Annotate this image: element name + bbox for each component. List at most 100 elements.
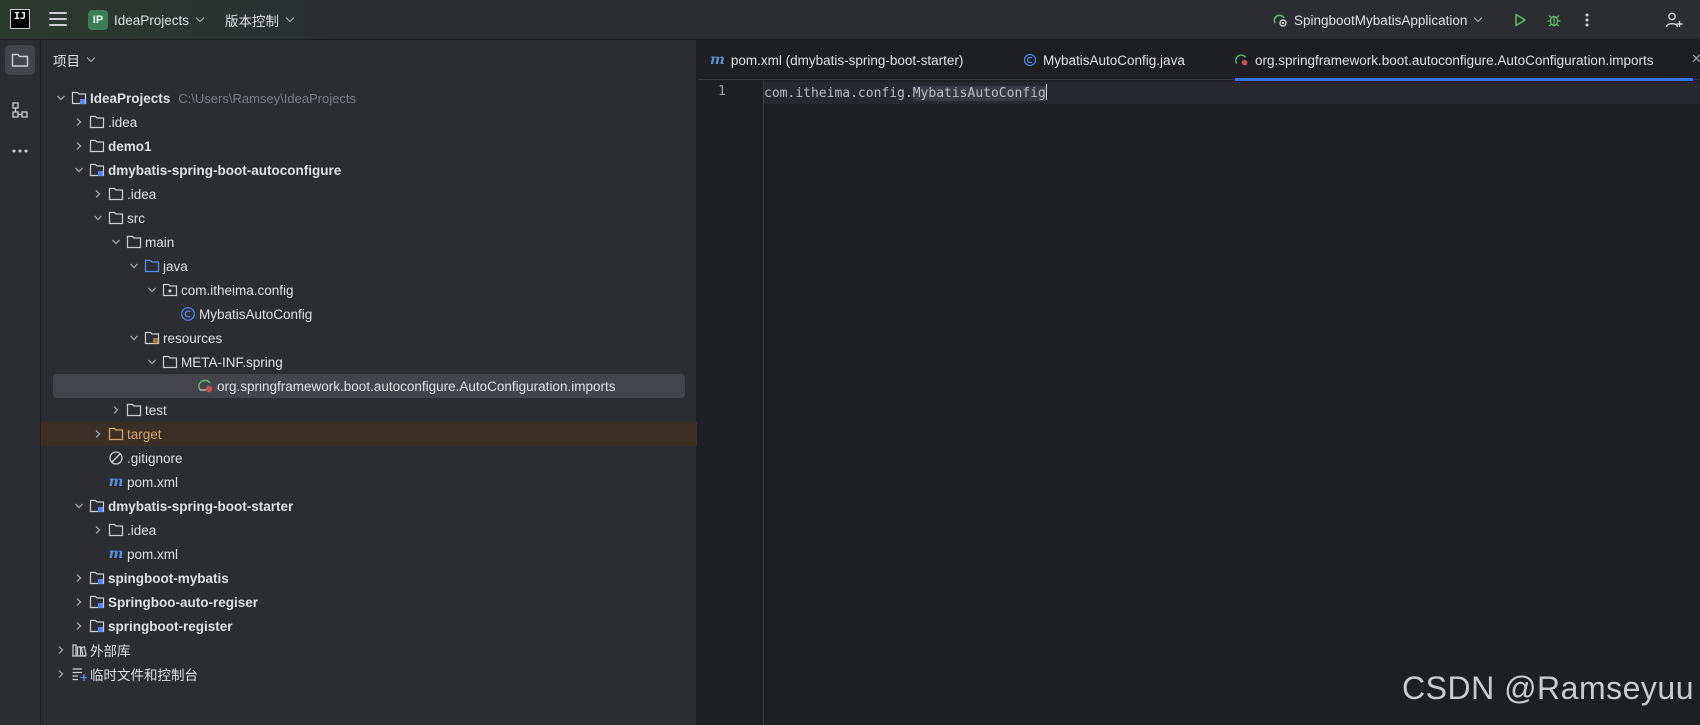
folder-icon [89,114,105,130]
tree-item-pom[interactable]: m pom.xml [41,470,697,494]
chevron-down-icon[interactable] [126,330,142,346]
tree-item-label: 外部库 [90,644,131,659]
project-view-selector[interactable]: 项目 [53,50,96,70]
tree-item-autoconfiguration-imports[interactable]: org.springframework.boot.autoconfigure.A… [41,374,697,398]
tree-item-external-libraries[interactable]: 外部库 [41,638,697,662]
tree-item-label: Springboo-auto-regiser [108,594,259,610]
folder-icon [126,402,142,418]
more-actions-button[interactable] [1575,8,1599,32]
more-horizontal-icon [12,149,28,153]
tree-item-gitignore[interactable]: .gitignore [41,446,697,470]
tree-item-scratches[interactable]: 临时文件和控制台 [41,662,697,686]
chevron-down-icon[interactable] [90,210,106,226]
tree-item-label: 临时文件和控制台 [90,668,198,683]
tree-item-target[interactable]: target [41,422,697,446]
tree-item-autoconfigure-module[interactable]: dmybatis-spring-boot-autoconfigure [41,158,697,182]
folder-icon [108,186,124,202]
chevron-right-icon[interactable] [71,570,87,586]
tree-item-idea[interactable]: .idea [41,518,697,542]
tab-autoconfiguration-imports[interactable]: org.springframework.boot.autoconfigure.A… [1235,40,1694,81]
module-folder-icon [89,570,105,586]
chevron-down-icon[interactable] [71,162,87,178]
tree-item-label: pom.xml [127,546,179,562]
tree-item-idea[interactable]: .idea [41,110,697,134]
tree-item-idea[interactable]: .idea [41,182,697,206]
chevron-right-icon[interactable] [108,402,124,418]
chevron-right-icon[interactable] [90,522,106,538]
chevron-down-icon[interactable] [144,282,160,298]
tree-item-package[interactable]: com.itheima.config [41,278,697,302]
tree-item-label: com.itheima.config [181,282,294,298]
title-bar: IJ IP IdeaProjects 版本控制 SpingbootMybatis… [0,0,1700,40]
module-folder-icon [89,618,105,634]
more-tools-button[interactable] [5,136,35,166]
chevron-down-icon[interactable] [126,258,142,274]
code-package: com.itheima.config. [764,86,913,101]
tab-label: pom.xml (dmybatis-spring-boot-starter) [730,52,964,68]
project-badge: IP [88,10,108,30]
chevron-right-icon[interactable] [71,594,87,610]
tree-item-test[interactable]: test [41,398,697,422]
debug-button[interactable] [1542,8,1566,32]
chevron-right-icon[interactable] [90,426,106,442]
chevron-right-icon[interactable] [53,666,69,682]
chevron-down-icon[interactable] [108,234,124,250]
folder-icon [89,138,105,154]
chevron-down-icon[interactable] [53,90,69,106]
project-switcher[interactable]: IP IdeaProjects [88,8,205,32]
tree-item-label: .gitignore [127,450,183,466]
chevron-right-icon[interactable] [71,618,87,634]
close-tab-icon[interactable]: ✕ [1691,52,1700,66]
more-vertical-icon [1585,13,1589,27]
panel-title: 项目 [53,54,80,69]
tree-item-java[interactable]: java [41,254,697,278]
tree-item-label: .idea [127,522,157,538]
folder-icon [162,354,178,370]
run-button[interactable] [1508,8,1532,32]
module-folder-icon [71,90,87,106]
chevron-down-icon[interactable] [144,354,160,370]
tree-item-spingboot-mybatis[interactable]: spingboot-mybatis [41,566,697,590]
tree-item-ideaprojects[interactable]: IdeaProjects C:\Users\Ramsey\IdeaProject… [41,86,697,110]
folder-icon [11,53,29,67]
tab-label: org.springframework.boot.autoconfigure.A… [1255,52,1654,68]
chevron-right-icon[interactable] [71,138,87,154]
tree-item-src[interactable]: src [41,206,697,230]
class-icon [1023,53,1037,67]
main-menu-button[interactable] [49,12,67,26]
maven-icon: m [710,52,725,68]
tree-item-label: main [145,234,175,250]
excluded-folder-icon [108,426,124,442]
scratches-icon [71,666,87,682]
structure-tool-button[interactable] [5,95,35,125]
run-configuration-selector[interactable]: SpingbootMybatisApplication [1272,8,1483,32]
tree-item-main[interactable]: main [41,230,697,254]
structure-icon [12,102,28,118]
chevron-right-icon[interactable] [71,114,87,130]
spring-boot-file-icon [1235,53,1249,67]
tree-item-springboot-register[interactable]: springboot-register [41,614,697,638]
chevron-down-icon[interactable] [71,498,87,514]
tree-item-springboo-auto-regiser[interactable]: Springboo-auto-regiser [41,590,697,614]
run-config-label: SpingbootMybatisApplication [1294,12,1468,28]
intellij-logo-icon[interactable]: IJ [10,9,30,29]
code-line[interactable]: com.itheima.config.MybatisAutoConfig [764,84,1048,101]
tree-item-mybatis-autoconfig-class[interactable]: MybatisAutoConfig [41,302,697,326]
tree-item-demo1[interactable]: demo1 [41,134,697,158]
project-tool-button[interactable] [5,45,35,75]
tree-item-meta-inf-spring[interactable]: META-INF.spring [41,350,697,374]
chevron-right-icon[interactable] [53,642,69,658]
add-user-button[interactable] [1662,8,1686,32]
bug-icon [1547,15,1561,27]
tree-item-pom[interactable]: m pom.xml [41,542,697,566]
tab-mybatis-autoconfig[interactable]: MybatisAutoConfig.java [1023,40,1185,80]
vcs-menu[interactable]: 版本控制 [225,8,295,32]
tree-item-resources[interactable]: resources [41,326,697,350]
chevron-right-icon[interactable] [90,186,106,202]
line-number: 1 [718,84,726,99]
tree-item-label: .idea [127,186,157,202]
tree-item-label: pom.xml [127,474,179,490]
tree-item-label: MybatisAutoConfig [199,306,313,322]
tab-pom-starter[interactable]: m pom.xml (dmybatis-spring-boot-starter) [710,40,963,80]
tree-item-starter-module[interactable]: dmybatis-spring-boot-starter [41,494,697,518]
